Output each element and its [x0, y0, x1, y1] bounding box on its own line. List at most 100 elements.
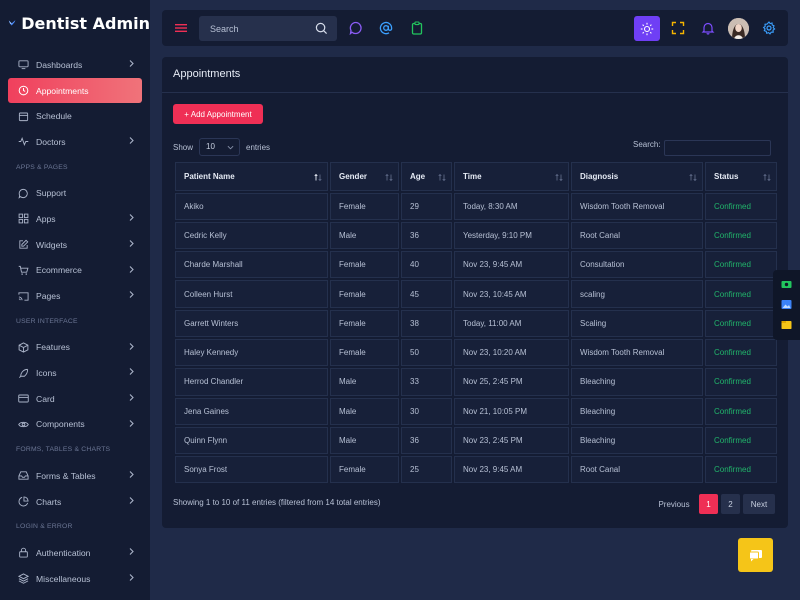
sidebar-item-miscellaneous[interactable]: Miscellaneous — [8, 566, 142, 592]
theme-toggle-button[interactable] — [634, 16, 660, 41]
column-header-time[interactable]: Time — [454, 162, 569, 191]
patient-name-cell: Herrod Chandler — [175, 368, 328, 396]
gender-cell: Female — [330, 192, 399, 220]
sidebar-item-components[interactable]: Components — [8, 412, 142, 438]
column-header-label: Status — [714, 171, 739, 181]
table-row[interactable]: Herrod Chandler Male 33 Nov 25, 2:45 PM Blea… — [175, 368, 777, 396]
column-header-status[interactable]: Status — [705, 162, 777, 191]
diagnosis-cell: Consultation — [571, 251, 703, 279]
add-appointment-button[interactable]: + Add Appointment — [173, 104, 263, 124]
search-icon[interactable] — [315, 22, 328, 35]
message-icon[interactable] — [349, 21, 363, 35]
diagnosis-cell: Root Canal — [571, 456, 703, 484]
menu-toggle-icon[interactable] — [175, 22, 187, 34]
table-row[interactable]: Charde Marshall Female 40 Nov 23, 9:45 AM Co… — [175, 251, 777, 279]
chevron-right-icon — [129, 214, 134, 222]
column-header-patient-name[interactable]: Patient Name — [175, 162, 328, 191]
patient-name-cell: Charde Marshall — [175, 251, 328, 279]
search-input[interactable] — [199, 16, 309, 41]
column-header-label: Gender — [339, 171, 368, 181]
chevron-right-icon — [129, 471, 134, 478]
layers-icon — [18, 573, 29, 584]
chevron-right-icon — [129, 496, 134, 504]
eye-icon — [18, 419, 29, 430]
column-header-label: Age — [410, 171, 426, 181]
status-cell: Confirmed — [705, 251, 777, 279]
tooth-logo-icon — [8, 20, 16, 26]
pagination-next[interactable]: Next — [743, 494, 775, 514]
sidebar-item-ecommerce[interactable]: Ecommerce — [8, 258, 142, 284]
table-row[interactable]: Colleen Hurst Female 45 Nov 23, 10:45 AM sca… — [175, 280, 777, 308]
table-row[interactable]: Cedric Kelly Male 36 Yesterday, 9:10 PM Root… — [175, 221, 777, 250]
diagnosis-cell: scaling — [571, 280, 703, 308]
chat-support-button[interactable] — [738, 538, 773, 572]
avatar[interactable] — [728, 18, 749, 39]
chevron-right-icon — [129, 239, 134, 247]
sidebar-item-support[interactable]: Support — [8, 180, 142, 206]
table-row[interactable]: Garrett Winters Female 38 Today, 11:00 AM Sc… — [175, 309, 777, 337]
pagination-previous[interactable]: Previous — [650, 494, 698, 514]
money-icon[interactable] — [781, 279, 792, 290]
page-size-select[interactable]: 10 — [199, 138, 241, 156]
time-cell: Today, 8:30 AM — [454, 192, 569, 220]
table-search-input[interactable] — [664, 140, 771, 156]
column-header-label: Time — [463, 171, 482, 181]
diagnosis-cell: Wisdom Tooth Removal — [571, 338, 703, 367]
chevron-right-icon — [129, 419, 134, 427]
sidebar-item-forms-tables[interactable]: Forms & Tables — [8, 463, 142, 489]
bell-icon[interactable] — [701, 21, 715, 35]
sidebar-item-schedule[interactable]: Schedule — [8, 103, 142, 129]
fullscreen-icon[interactable] — [671, 21, 685, 35]
page-title: Appointments — [173, 68, 241, 80]
table-row[interactable]: Sonya Frost Female 25 Nov 23, 9:45 AM Root C… — [175, 456, 777, 484]
sidebar-item-apps[interactable]: Apps — [8, 206, 142, 232]
sidebar-item-appointments[interactable]: Appointments — [8, 77, 142, 104]
sidebar-section-label: LOGIN & ERROR — [16, 523, 73, 531]
table-row[interactable]: Jena Gaines Male 30 Nov 21, 10:05 PM Bleachi… — [175, 397, 777, 425]
chevron-right-icon — [129, 573, 134, 581]
sidebar-item-doctors[interactable]: Doctors — [8, 129, 142, 155]
table-row[interactable]: Quinn Flynn Male 36 Nov 23, 2:45 PM Bleachin… — [175, 426, 777, 455]
settings-gear-icon[interactable] — [762, 21, 776, 35]
image-icon[interactable] — [781, 299, 792, 310]
patient-name-cell: Akiko — [175, 192, 328, 220]
diagnosis-cell: Wisdom Tooth Removal — [571, 192, 703, 220]
sidebar-item-authentication[interactable]: Authentication — [8, 540, 142, 566]
sidebar-item-pages[interactable]: Pages — [8, 283, 142, 309]
sidebar-item-label: Apps — [36, 213, 56, 224]
sidebar-item-charts[interactable]: Charts — [8, 489, 142, 515]
sidebar-item-icons[interactable]: Icons — [8, 360, 142, 386]
sidebar-item-widgets[interactable]: Widgets — [8, 232, 142, 258]
chevron-right-icon — [129, 342, 134, 350]
clipboard-icon[interactable] — [410, 21, 424, 35]
column-header-diagnosis[interactable]: Diagnosis — [571, 162, 703, 191]
column-header-gender[interactable]: Gender — [330, 162, 399, 191]
pagination-page-1[interactable]: 1 — [699, 494, 718, 514]
package-icon — [18, 342, 29, 353]
pagination-page-2[interactable]: 2 — [721, 494, 740, 514]
patient-name-cell: Garrett Winters — [175, 309, 328, 337]
column-header-age[interactable]: Age — [401, 162, 452, 191]
sidebar-item-dashboards[interactable]: Dashboards — [8, 52, 142, 78]
chevron-right-icon — [129, 137, 134, 144]
sidebar-item-label: Authentication — [36, 547, 91, 558]
gender-cell: Male — [330, 397, 399, 425]
age-cell: 29 — [401, 192, 452, 220]
table-search-label: Search: — [633, 140, 661, 149]
sort-icon — [689, 173, 697, 182]
table-row[interactable]: Haley Kennedy Female 50 Nov 23, 10:20 AM Wis… — [175, 338, 777, 367]
table-row[interactable]: Akiko Female 29 Today, 8:30 AM Wisdom Tooth … — [175, 192, 777, 220]
sidebar-section-label: APPS & PAGES — [16, 163, 68, 171]
patient-name-cell: Cedric Kelly — [175, 221, 328, 250]
sidebar-item-card[interactable]: Card — [8, 386, 142, 412]
at-sign-icon[interactable] — [379, 21, 393, 35]
table-info: Showing 1 to 10 of 11 entries (filtered … — [173, 498, 381, 507]
sidebar-item-label: Dashboards — [36, 59, 83, 70]
sidebar-item-features[interactable]: Features — [8, 335, 142, 361]
feather-icon — [18, 368, 29, 379]
diagnosis-cell: Bleaching — [571, 397, 703, 425]
brand[interactable]: Dentist Admin — [0, 0, 150, 46]
gender-cell: Female — [330, 251, 399, 279]
folder-icon[interactable] — [781, 319, 792, 330]
sidebar-item-label: Doctors — [36, 136, 66, 147]
